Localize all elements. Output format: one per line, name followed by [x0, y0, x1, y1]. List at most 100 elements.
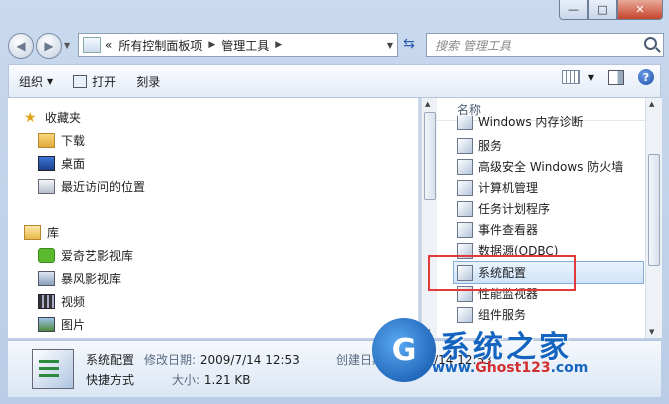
breadcrumb-control-panel[interactable]: 所有控制面板项: [118, 37, 202, 54]
watermark-url: www.Ghost123.com: [432, 360, 588, 376]
nav-pictures[interactable]: 图片: [38, 313, 85, 335]
search-icon[interactable]: [644, 37, 657, 50]
file-task-scheduler[interactable]: 任务计划程序: [457, 198, 550, 219]
system-configuration-large-icon: [32, 349, 74, 389]
url-suffix: .com: [550, 360, 589, 376]
file-list-scroll-thumb[interactable]: [648, 154, 660, 266]
nav-pane-scrollbar[interactable]: ▲ ▼: [421, 98, 438, 338]
file-label: 高级安全 Windows 防火墙: [478, 160, 624, 174]
address-bar[interactable]: « 所有控制面板项 ▶ 管理工具 ▶ ▼: [78, 33, 398, 57]
breadcrumb-separator-icon[interactable]: ▶: [275, 40, 282, 50]
organize-label: 组织: [19, 74, 44, 89]
size-label: 大小:: [172, 373, 201, 387]
explorer-window: — □ ✕ ◀ ▶ ▼ « 所有控制面板项 ▶ 管理工具 ▶ ▼ ⇆ 搜索 管理…: [0, 0, 669, 404]
open-button[interactable]: 打开: [63, 73, 126, 90]
caption-buttons: — □ ✕: [559, 0, 663, 20]
nav-label: 桌面: [61, 156, 86, 171]
burn-label: 刻录: [136, 74, 161, 89]
control-panel-icon: [83, 37, 101, 53]
minimize-button[interactable]: —: [559, 0, 588, 20]
file-label: 事件查看器: [478, 223, 539, 237]
event-viewer-icon: [457, 221, 473, 238]
nav-iqiyi[interactable]: 爱奇艺影视库: [38, 244, 133, 266]
nav-pane-scroll-thumb[interactable]: [424, 112, 436, 200]
preview-pane-icon[interactable]: [608, 69, 624, 85]
breadcrumb-separator-icon[interactable]: ▶: [208, 40, 215, 50]
file-list: 名称 Windows 内存诊断 服务 高级安全 Windows 防火墙 计算机管…: [437, 98, 661, 338]
search-box[interactable]: 搜索 管理工具: [426, 33, 664, 57]
search-placeholder: 搜索 管理工具: [435, 38, 511, 53]
computer-management-icon: [457, 179, 473, 196]
arrow-left-icon: ◀: [16, 39, 26, 53]
burn-button[interactable]: 刻录: [126, 73, 170, 90]
nav-videos[interactable]: 视频: [38, 290, 85, 312]
column-header-label: 名称: [457, 102, 482, 117]
nav-favorites[interactable]: ★ 收藏夹: [24, 106, 81, 128]
nav-desktop[interactable]: 桌面: [38, 152, 85, 174]
nav-libraries[interactable]: 库: [24, 221, 59, 243]
details-modified: 修改日期: 2009/7/14 12:53: [144, 351, 300, 368]
details-name: 系统配置: [86, 353, 135, 367]
open-icon: [73, 74, 88, 88]
details-type: 快捷方式: [86, 373, 135, 387]
navigation-pane: ★ 收藏夹 下载 桌面 最近访问的位置 库 爱奇艺影视库 暴风影视库 视频 图片: [8, 98, 419, 338]
watermark: G 系统之家 www.Ghost123.com: [372, 318, 668, 404]
forward-button[interactable]: ▶: [36, 33, 62, 59]
modified-label: 修改日期:: [144, 353, 197, 367]
nav-recent-places[interactable]: 最近访问的位置: [38, 175, 145, 197]
breadcrumb-admin-tools[interactable]: 管理工具: [221, 37, 269, 54]
nav-label: 视频: [61, 294, 86, 309]
scroll-up-icon[interactable]: ▲: [649, 100, 654, 108]
recent-places-icon: [38, 178, 55, 194]
back-button[interactable]: ◀: [8, 33, 34, 59]
help-icon[interactable]: ?: [638, 69, 654, 85]
modified-value: 2009/7/14 12:53: [199, 353, 300, 367]
watermark-logo-icon: G: [372, 318, 436, 382]
url-prefix: www.: [432, 360, 476, 376]
address-dropdown-icon[interactable]: ▼: [387, 41, 393, 50]
task-scheduler-icon: [457, 200, 473, 217]
size-value: 1.21 KB: [203, 373, 251, 387]
iqiyi-icon: [38, 247, 55, 263]
refresh-button[interactable]: ⇆: [398, 33, 420, 55]
open-label: 打开: [92, 74, 117, 89]
nav-baofeng[interactable]: 暴风影视库: [38, 267, 121, 289]
file-services[interactable]: 服务: [457, 135, 502, 156]
nav-label: 库: [47, 225, 60, 240]
nav-downloads[interactable]: 下载: [38, 129, 85, 151]
file-event-viewer[interactable]: 事件查看器: [457, 219, 538, 240]
file-firewall[interactable]: 高级安全 Windows 防火墙: [457, 156, 623, 177]
scroll-up-icon[interactable]: ▲: [425, 100, 430, 108]
recent-pages-dropdown[interactable]: ▼: [64, 41, 70, 50]
change-view-icon[interactable]: [561, 70, 580, 84]
close-button[interactable]: ✕: [617, 0, 663, 20]
downloads-folder-icon: [38, 132, 55, 148]
nav-label: 图片: [61, 317, 86, 332]
nav-label: 下载: [61, 133, 86, 148]
view-dropdown-icon[interactable]: ▼: [588, 73, 594, 82]
desktop-icon: [38, 155, 55, 171]
file-label: 任务计划程序: [478, 202, 551, 216]
file-windows-memory-diagnostic[interactable]: Windows 内存诊断: [457, 116, 583, 130]
file-label: 计算机管理: [478, 181, 539, 195]
nav-label: 暴风影视库: [61, 271, 122, 286]
library-icon: [24, 224, 41, 240]
star-icon: ★: [24, 109, 37, 126]
command-bar: 组织 ▼ 打开 刻录 ▼ ?: [8, 64, 661, 98]
url-highlight: Ghost123: [475, 360, 551, 376]
nav-label: 最近访问的位置: [61, 179, 146, 194]
file-label: Windows 内存诊断: [478, 116, 584, 129]
file-computer-management[interactable]: 计算机管理: [457, 177, 538, 198]
baofeng-icon: [38, 270, 55, 286]
firewall-icon: [457, 158, 473, 175]
file-list-scrollbar[interactable]: ▲ ▼: [645, 98, 662, 338]
address-overflow[interactable]: «: [105, 38, 112, 52]
maximize-button[interactable]: □: [588, 0, 617, 20]
file-label: 服务: [478, 139, 503, 153]
refresh-icon: ⇆: [403, 36, 415, 52]
services-icon: [457, 137, 473, 154]
chevron-down-icon: ▼: [47, 76, 54, 86]
organize-button[interactable]: 组织 ▼: [9, 73, 63, 90]
details-size: 大小: 1.21 KB: [172, 371, 251, 388]
nav-label: 收藏夹: [45, 110, 82, 125]
